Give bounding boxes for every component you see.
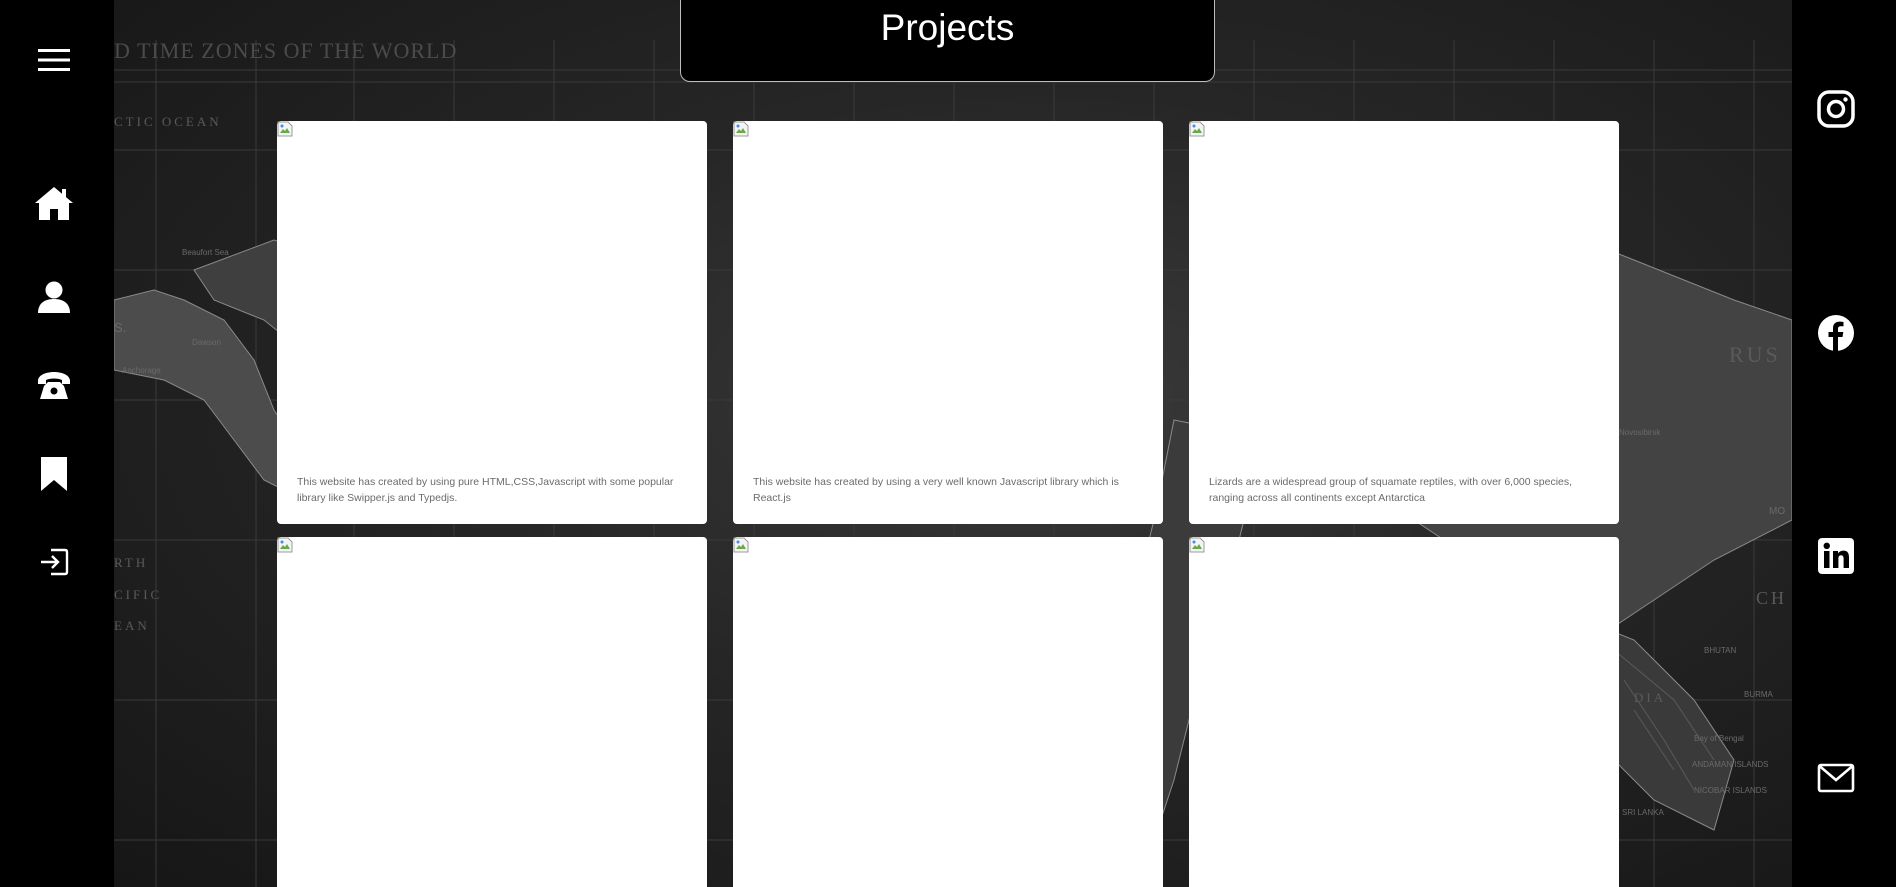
phone-icon (38, 372, 70, 399)
map-label-china: CH (1756, 588, 1788, 608)
nav-home-button[interactable] (34, 183, 74, 223)
project-card[interactable] (1189, 537, 1619, 887)
right-social-bar (1792, 0, 1896, 887)
linkedin-icon (1818, 538, 1854, 574)
map-label-nicobar: NICOBAR ISLANDS (1694, 786, 1767, 795)
sign-in-icon (41, 548, 69, 576)
project-card[interactable] (277, 537, 707, 887)
broken-image-icon (733, 537, 749, 553)
broken-image-icon (1189, 121, 1205, 137)
map-label-bay-of-bengal: Bay of Bengal (1694, 734, 1744, 743)
nav-projects-button[interactable] (34, 454, 74, 494)
facebook-icon (1818, 315, 1854, 351)
map-label-novosibirsk: Novosibirsk (1619, 428, 1661, 437)
nav-login-button[interactable] (34, 542, 74, 582)
home-icon (35, 187, 73, 220)
instagram-icon (1817, 90, 1855, 128)
map-label-pacific: CIFIC (114, 587, 163, 602)
project-description: Lizards are a widespread group of squama… (1209, 476, 1573, 504)
email-link[interactable] (1814, 756, 1858, 800)
project-description: This website has created by using pure H… (297, 476, 674, 504)
mail-icon (1817, 763, 1855, 793)
map-label-russia: RUS (1729, 342, 1781, 367)
project-card[interactable] (733, 537, 1163, 887)
map-label-sri-lanka: SRI LANKA (1622, 808, 1664, 817)
nav-contact-button[interactable] (34, 365, 74, 405)
broken-image-icon (277, 121, 293, 137)
map-label-mo: MO (1769, 506, 1786, 517)
left-sidebar (0, 0, 114, 887)
project-card[interactable]: This website has created by using pure H… (277, 121, 707, 524)
map-title: D TIME ZONES OF THE WORLD (114, 38, 458, 63)
map-label-beaufort: Beaufort Sea (182, 248, 229, 257)
nav-about-button[interactable] (34, 277, 74, 317)
page-header: Projects (680, 0, 1215, 82)
page: D TIME ZONES OF THE WORLD CTIC OCEAN RTH… (0, 0, 1896, 887)
project-description: This website has created by using a very… (753, 476, 1119, 504)
bookmark-icon (41, 457, 67, 491)
project-card[interactable]: Lizards are a widespread group of squama… (1189, 121, 1619, 524)
instagram-link[interactable] (1814, 87, 1858, 131)
linkedin-link[interactable] (1814, 534, 1858, 578)
hamburger-icon (38, 49, 70, 71)
map-label-andaman: ANDAMAN ISLANDS (1692, 760, 1769, 769)
broken-image-icon (1189, 537, 1205, 553)
map-label-ocean: CTIC OCEAN (114, 114, 222, 129)
map-label-bhutan: BHUTAN (1704, 646, 1737, 655)
broken-image-icon (733, 121, 749, 137)
project-card[interactable]: This website has created by using a very… (733, 121, 1163, 524)
map-label-dawson: Dawson (192, 338, 221, 347)
user-icon (38, 281, 70, 313)
map-label-north: RTH (114, 555, 149, 570)
map-label-india: DIA (1634, 690, 1667, 705)
map-label-burma: BURMA (1744, 690, 1773, 699)
facebook-link[interactable] (1814, 311, 1858, 355)
map-label-us: S. (114, 320, 127, 335)
map-label-ocean-2: EAN (114, 618, 150, 633)
broken-image-icon (277, 537, 293, 553)
page-title: Projects (880, 6, 1015, 48)
hamburger-menu-button[interactable] (34, 40, 74, 80)
map-label-anchorage: Anchorage (122, 366, 161, 375)
